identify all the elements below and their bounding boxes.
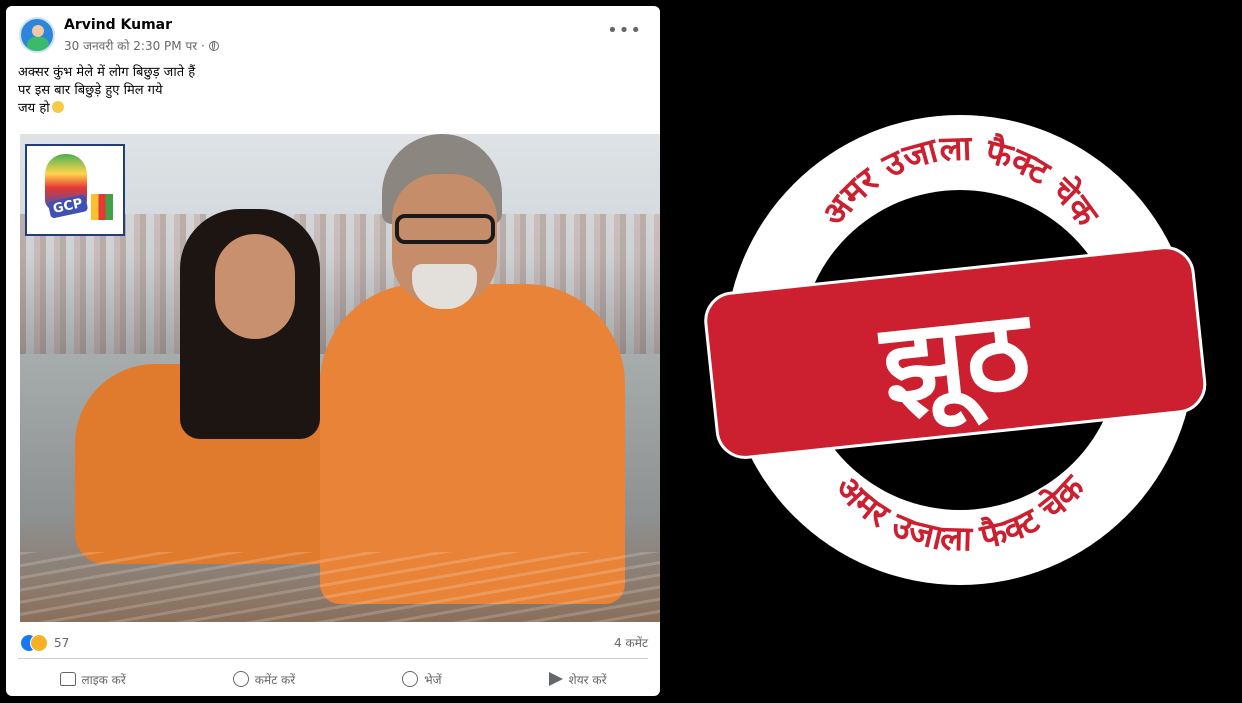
stamp-graphic: अमर उजाला फैक्ट चेक अमर उजाला फैक्ट चेक … [704,115,1207,585]
share-label: शेयर करें [568,672,607,687]
caption-line-text: जय हो [18,101,50,116]
bars-icon [91,194,113,220]
water-ripple [20,552,660,622]
action-bar: लाइक करें कमेंट करें भेजें शेयर करें [6,662,660,696]
glasses [395,214,495,244]
post-meta: 30 जनवरी को 2:30 PM पर · [64,37,219,54]
share-button[interactable]: शेयर करें [548,671,607,688]
fact-check-stamp: अमर उजाला फैक्ट चेक अमर उजाला फैक्ट चेक … [700,0,1220,699]
facebook-post: Arvind Kumar 30 जनवरी को 2:30 PM पर · ••… [6,6,660,696]
caption-line: जय हो [18,100,195,118]
comment-count[interactable]: 4 कमेंट [614,634,648,651]
post-timestamp[interactable]: 30 जनवरी को 2:30 PM पर · [64,37,205,54]
avatar-head [32,25,44,37]
post-caption: अक्सर कुंभ मेले में लोग बिछुड़ जाते हैं … [18,64,195,118]
comment-icon [232,671,249,687]
haha-reaction-icon [30,634,48,652]
reaction-summary[interactable]: 57 [20,634,69,652]
avatar-shirt [27,37,49,51]
share-icon [548,672,563,686]
thumb-icon [59,672,76,686]
send-label: भेजें [424,672,442,687]
like-label: लाइक करें [81,672,126,687]
more-options-button[interactable]: ••• [607,20,642,41]
author-name[interactable]: Arvind Kumar [64,17,172,33]
globe-icon [208,40,219,51]
like-button[interactable]: लाइक करें [59,671,126,688]
comment-label: कमेंट करें [254,672,296,687]
gcp-logo: GCP [25,144,125,236]
verdict-text: झूठ [874,285,1040,435]
caption-line: पर इस बार बिछुड़े हुए मिल गये [18,83,163,98]
avatar[interactable] [19,17,55,53]
reaction-count: 57 [54,636,70,650]
divider [18,658,648,659]
comment-button[interactable]: कमेंट करें [232,671,296,688]
send-button[interactable]: भेजें [402,671,442,688]
post-image[interactable]: GCP [20,134,660,622]
winking-emoji-icon [51,101,64,113]
whatsapp-icon [402,671,419,687]
caption-line: अक्सर कुंभ मेले में लोग बिछुड़ जाते हैं [18,65,196,80]
woman-face [215,234,295,339]
